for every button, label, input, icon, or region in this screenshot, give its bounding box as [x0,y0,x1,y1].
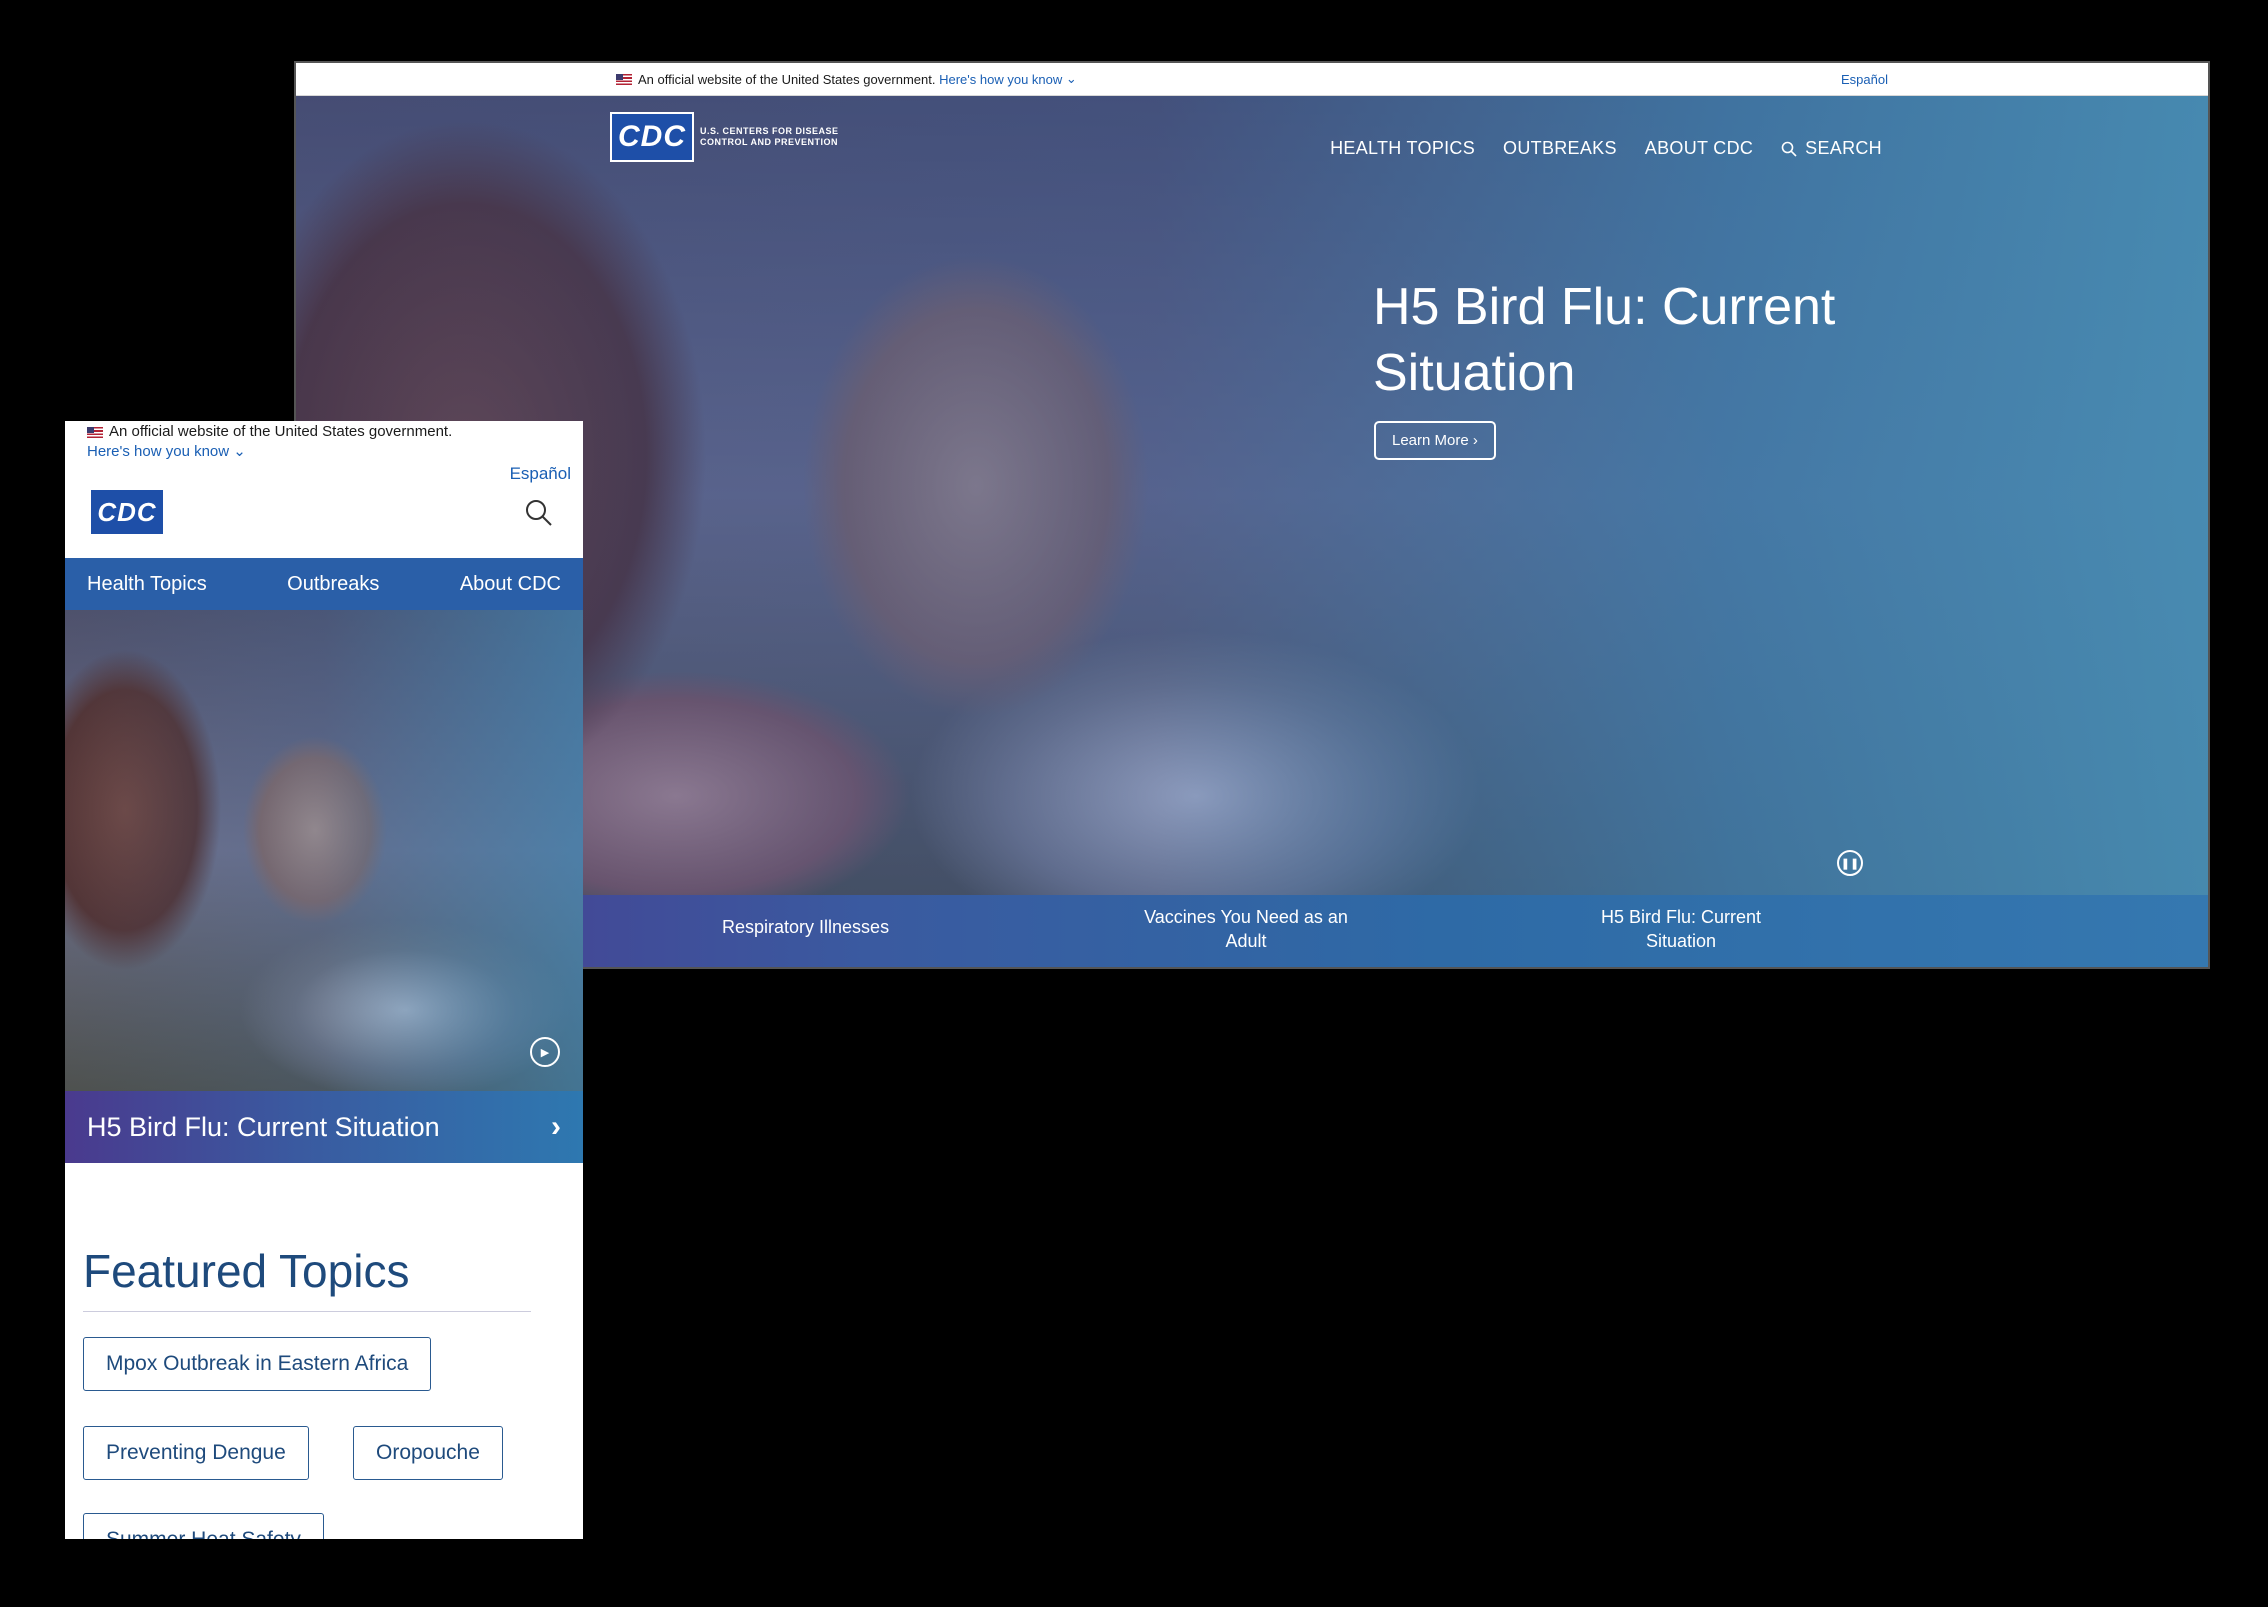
chevron-down-icon: ⌄ [229,443,246,460]
mobile-screenshot: An official website of the United States… [65,421,583,1539]
nav-outbreaks[interactable]: OUTBREAKS [1503,138,1617,159]
chevron-down-icon: ⌄ [1062,71,1077,86]
chip-dengue[interactable]: Preventing Dengue [83,1426,309,1480]
learn-more-button[interactable]: Learn More › [1374,421,1496,460]
carousel-item-respiratory[interactable]: Respiratory Illnesses [722,915,889,939]
mobile-gov-banner: An official website of the United States… [65,421,583,463]
nav-health-topics[interactable]: Health Topics [87,573,207,596]
cdc-logo-text: U.S. CENTERS FOR DISEASE CONTROL AND PRE… [700,126,839,147]
gov-banner-text: An official website of the United States… [638,71,936,87]
chip-mpox[interactable]: Mpox Outbreak in Eastern Africa [83,1337,432,1391]
chevron-right-icon: › [1472,432,1478,449]
search-label: SEARCH [1805,138,1882,158]
hero-title: H5 Bird Flu: Current Situation [1373,278,1836,402]
nav-health-topics[interactable]: HEALTH TOPICS [1330,138,1475,159]
gov-banner: An official website of the United States… [296,63,2208,96]
nav-outbreaks[interactable]: Outbreaks [287,573,379,596]
chip-summer-heat[interactable]: Summer Heat Safety [83,1513,324,1539]
nav-about-cdc[interactable]: About CDC [460,573,561,596]
mobile-hero-caption[interactable]: H5 Bird Flu: Current Situation › [65,1091,583,1163]
search-button[interactable]: SEARCH [1781,138,1882,159]
featured-topics-title: Featured Topics [83,1245,410,1297]
main-nav: HEALTH TOPICS OUTBREAKS ABOUT CDC SEARCH [1330,138,1882,159]
pause-icon[interactable]: ❚❚ [1837,850,1863,876]
heres-how-you-know-link[interactable]: Here's how you know [87,443,229,460]
carousel-item-vaccines[interactable]: Vaccines You Need as an Adult [1141,905,1351,953]
us-flag-icon [87,426,103,438]
divider [83,1311,531,1312]
heres-how-you-know-link[interactable]: Here's how you know [939,72,1062,87]
espanol-link[interactable]: Español [510,464,571,484]
play-icon[interactable]: ▶ [530,1037,560,1067]
us-flag-icon [616,73,632,85]
espanol-link[interactable]: Español [1841,72,1888,87]
search-icon [1781,141,1797,157]
cdc-logo-mark: CDC [89,488,165,536]
gov-banner-text: An official website of the United States… [109,423,453,440]
nav-about-cdc[interactable]: ABOUT CDC [1645,138,1753,159]
carousel-item-h5-bird-flu[interactable]: H5 Bird Flu: Current Situation [1586,905,1776,953]
mobile-nav: Health Topics Outbreaks About CDC [65,558,583,610]
chevron-right-icon: › [551,1110,561,1143]
cdc-logo-mark: CDC [610,112,694,162]
search-icon[interactable] [525,499,553,527]
chip-oropouche[interactable]: Oropouche [353,1426,503,1480]
cdc-logo[interactable]: CDC U.S. CENTERS FOR DISEASE CONTROL AND… [610,112,839,162]
hero-caption-text: H5 Bird Flu: Current Situation [87,1111,440,1142]
mobile-hero-image [65,610,583,1091]
